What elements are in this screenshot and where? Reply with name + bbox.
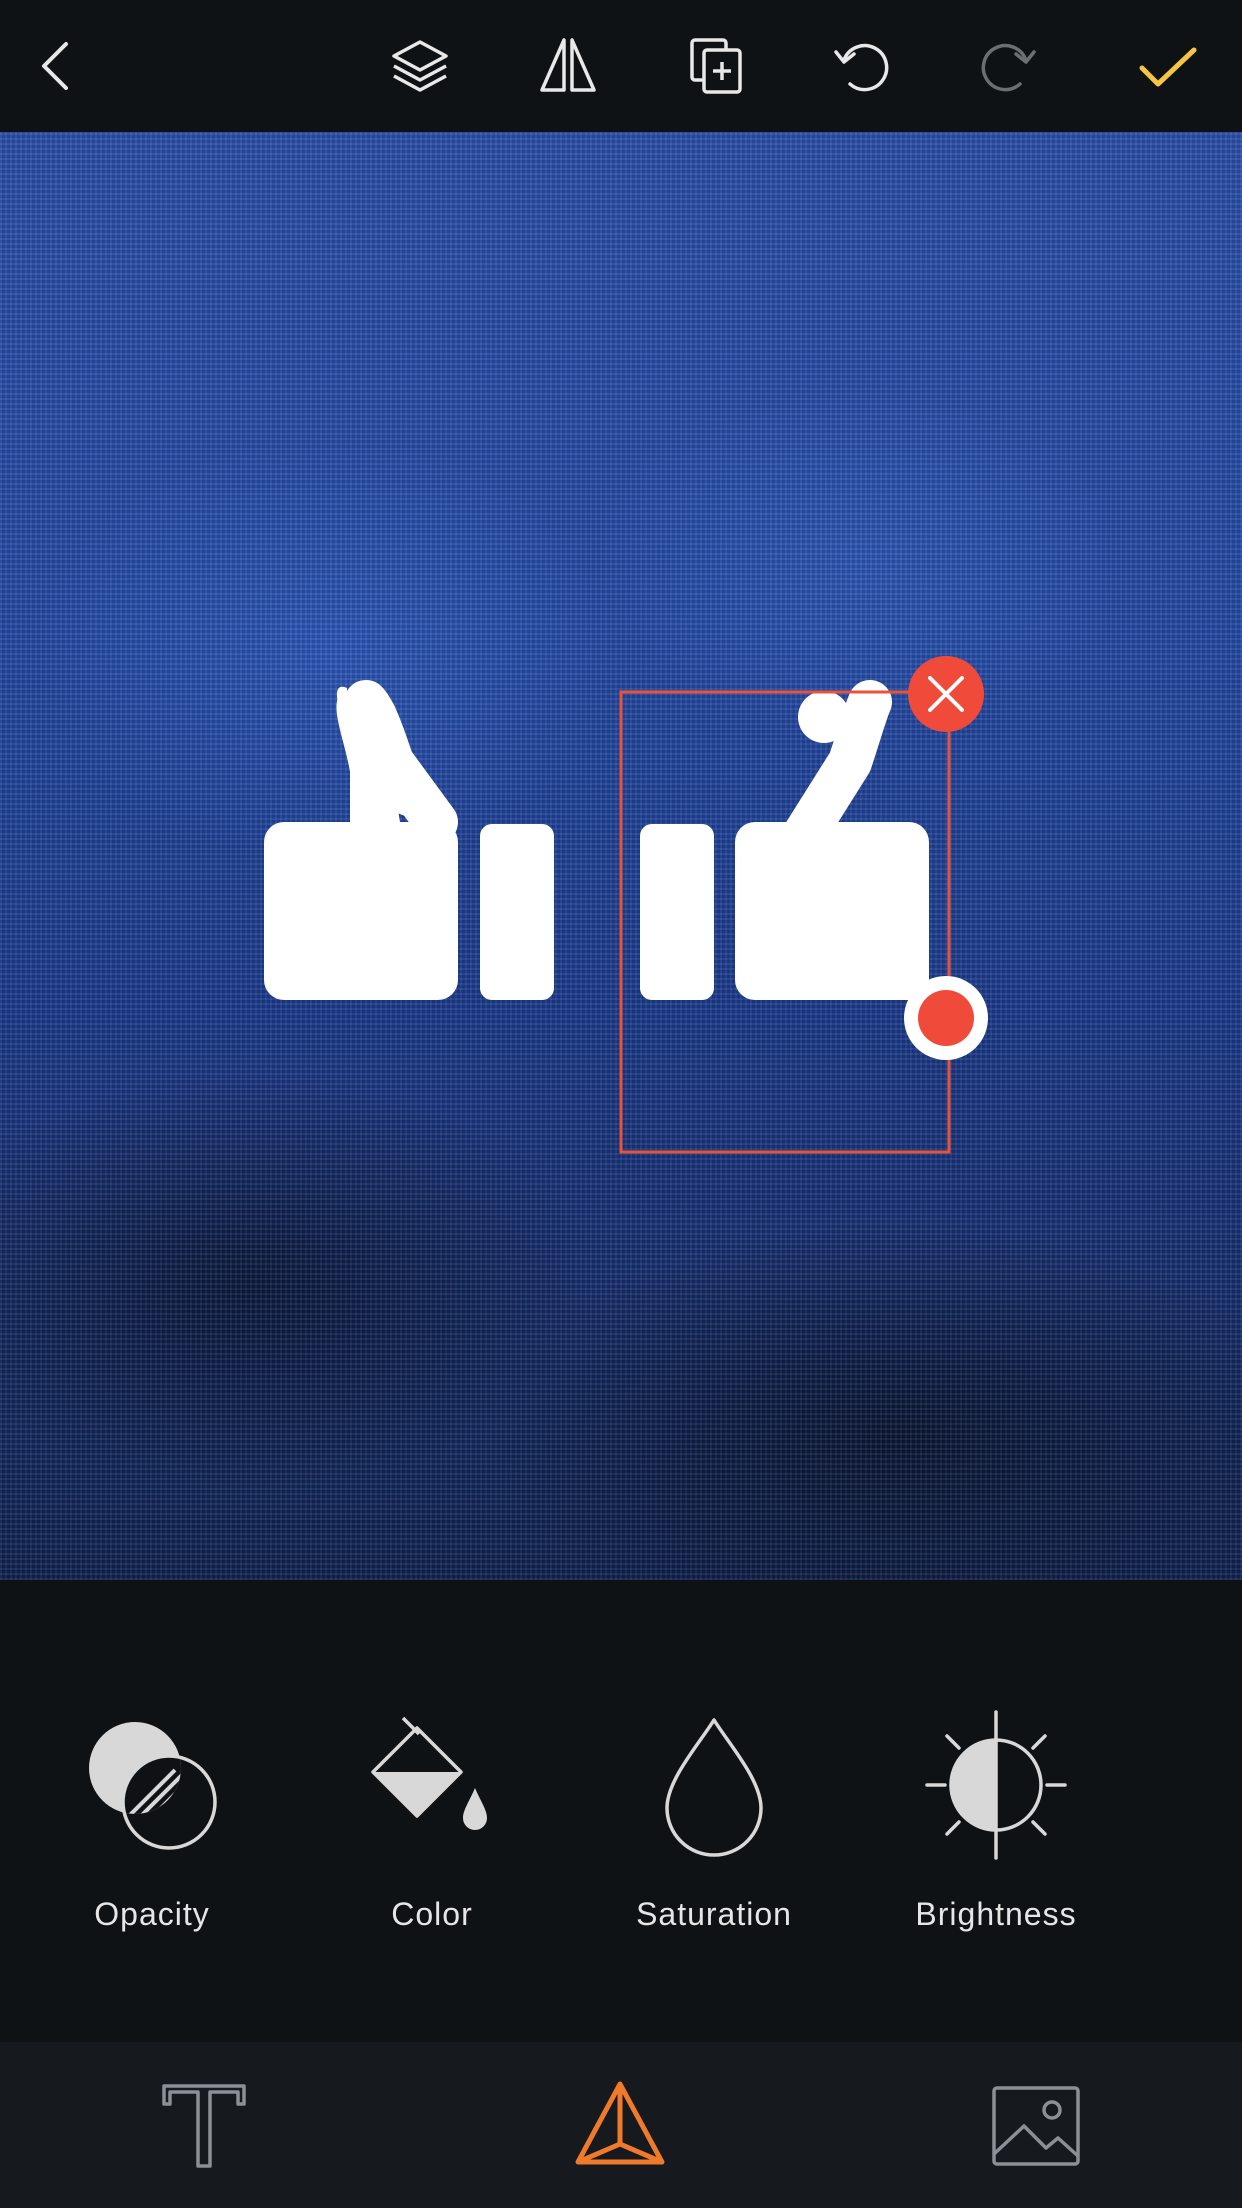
text-icon — [162, 2084, 246, 2168]
tool-label: Brightness — [915, 1896, 1077, 1932]
redo-icon — [981, 43, 1036, 92]
thumbs-up-icon[interactable] — [640, 822, 929, 1000]
done-button[interactable] — [1128, 26, 1208, 106]
paint-bucket-icon — [371, 1716, 487, 1830]
tool-label: Color — [391, 1896, 473, 1932]
tab-shapes[interactable] — [572, 2078, 668, 2174]
triangle-icon — [575, 2081, 665, 2165]
layers-button[interactable] — [380, 26, 460, 106]
saturation-tool[interactable]: Saturation — [594, 1710, 834, 1933]
tab-text[interactable] — [156, 2078, 252, 2174]
layers-icon — [392, 40, 448, 92]
thumb-tip — [345, 691, 397, 743]
duplicate-icon — [690, 38, 742, 94]
resize-handle[interactable] — [904, 976, 988, 1060]
opacity-icon — [89, 1722, 217, 1850]
chevron-left-icon — [42, 42, 68, 90]
duplicate-button[interactable] — [676, 26, 756, 106]
tool-label: Opacity — [94, 1896, 210, 1932]
undo-button[interactable] — [822, 26, 902, 106]
editor-canvas[interactable] — [0, 132, 1242, 1580]
redo-button[interactable] — [968, 26, 1048, 106]
delete-sticker-button[interactable] — [908, 656, 984, 732]
color-tool[interactable]: Color — [312, 1710, 552, 1933]
undo-icon — [834, 43, 889, 92]
top-toolbar — [0, 0, 1242, 132]
back-button[interactable] — [18, 26, 98, 106]
sticker-layer — [264, 656, 988, 1154]
flip-button[interactable] — [528, 26, 608, 106]
tab-image[interactable] — [988, 2078, 1084, 2174]
brightness-icon — [925, 1710, 1067, 1860]
thumb-tip — [798, 691, 850, 743]
flip-icon — [540, 38, 596, 92]
drop-icon — [665, 1718, 763, 1857]
adjustment-tools: Opacity Color Saturation Brightness — [0, 1580, 1242, 2042]
brightness-tool[interactable]: Brightness — [876, 1710, 1116, 1933]
bottom-tab-bar — [0, 2042, 1242, 2208]
check-icon — [1139, 47, 1197, 87]
opacity-tool[interactable]: Opacity — [32, 1710, 272, 1933]
tool-label: Saturation — [636, 1896, 792, 1932]
image-icon — [992, 2086, 1080, 2166]
thumbs-up-icon[interactable] — [264, 686, 554, 1000]
